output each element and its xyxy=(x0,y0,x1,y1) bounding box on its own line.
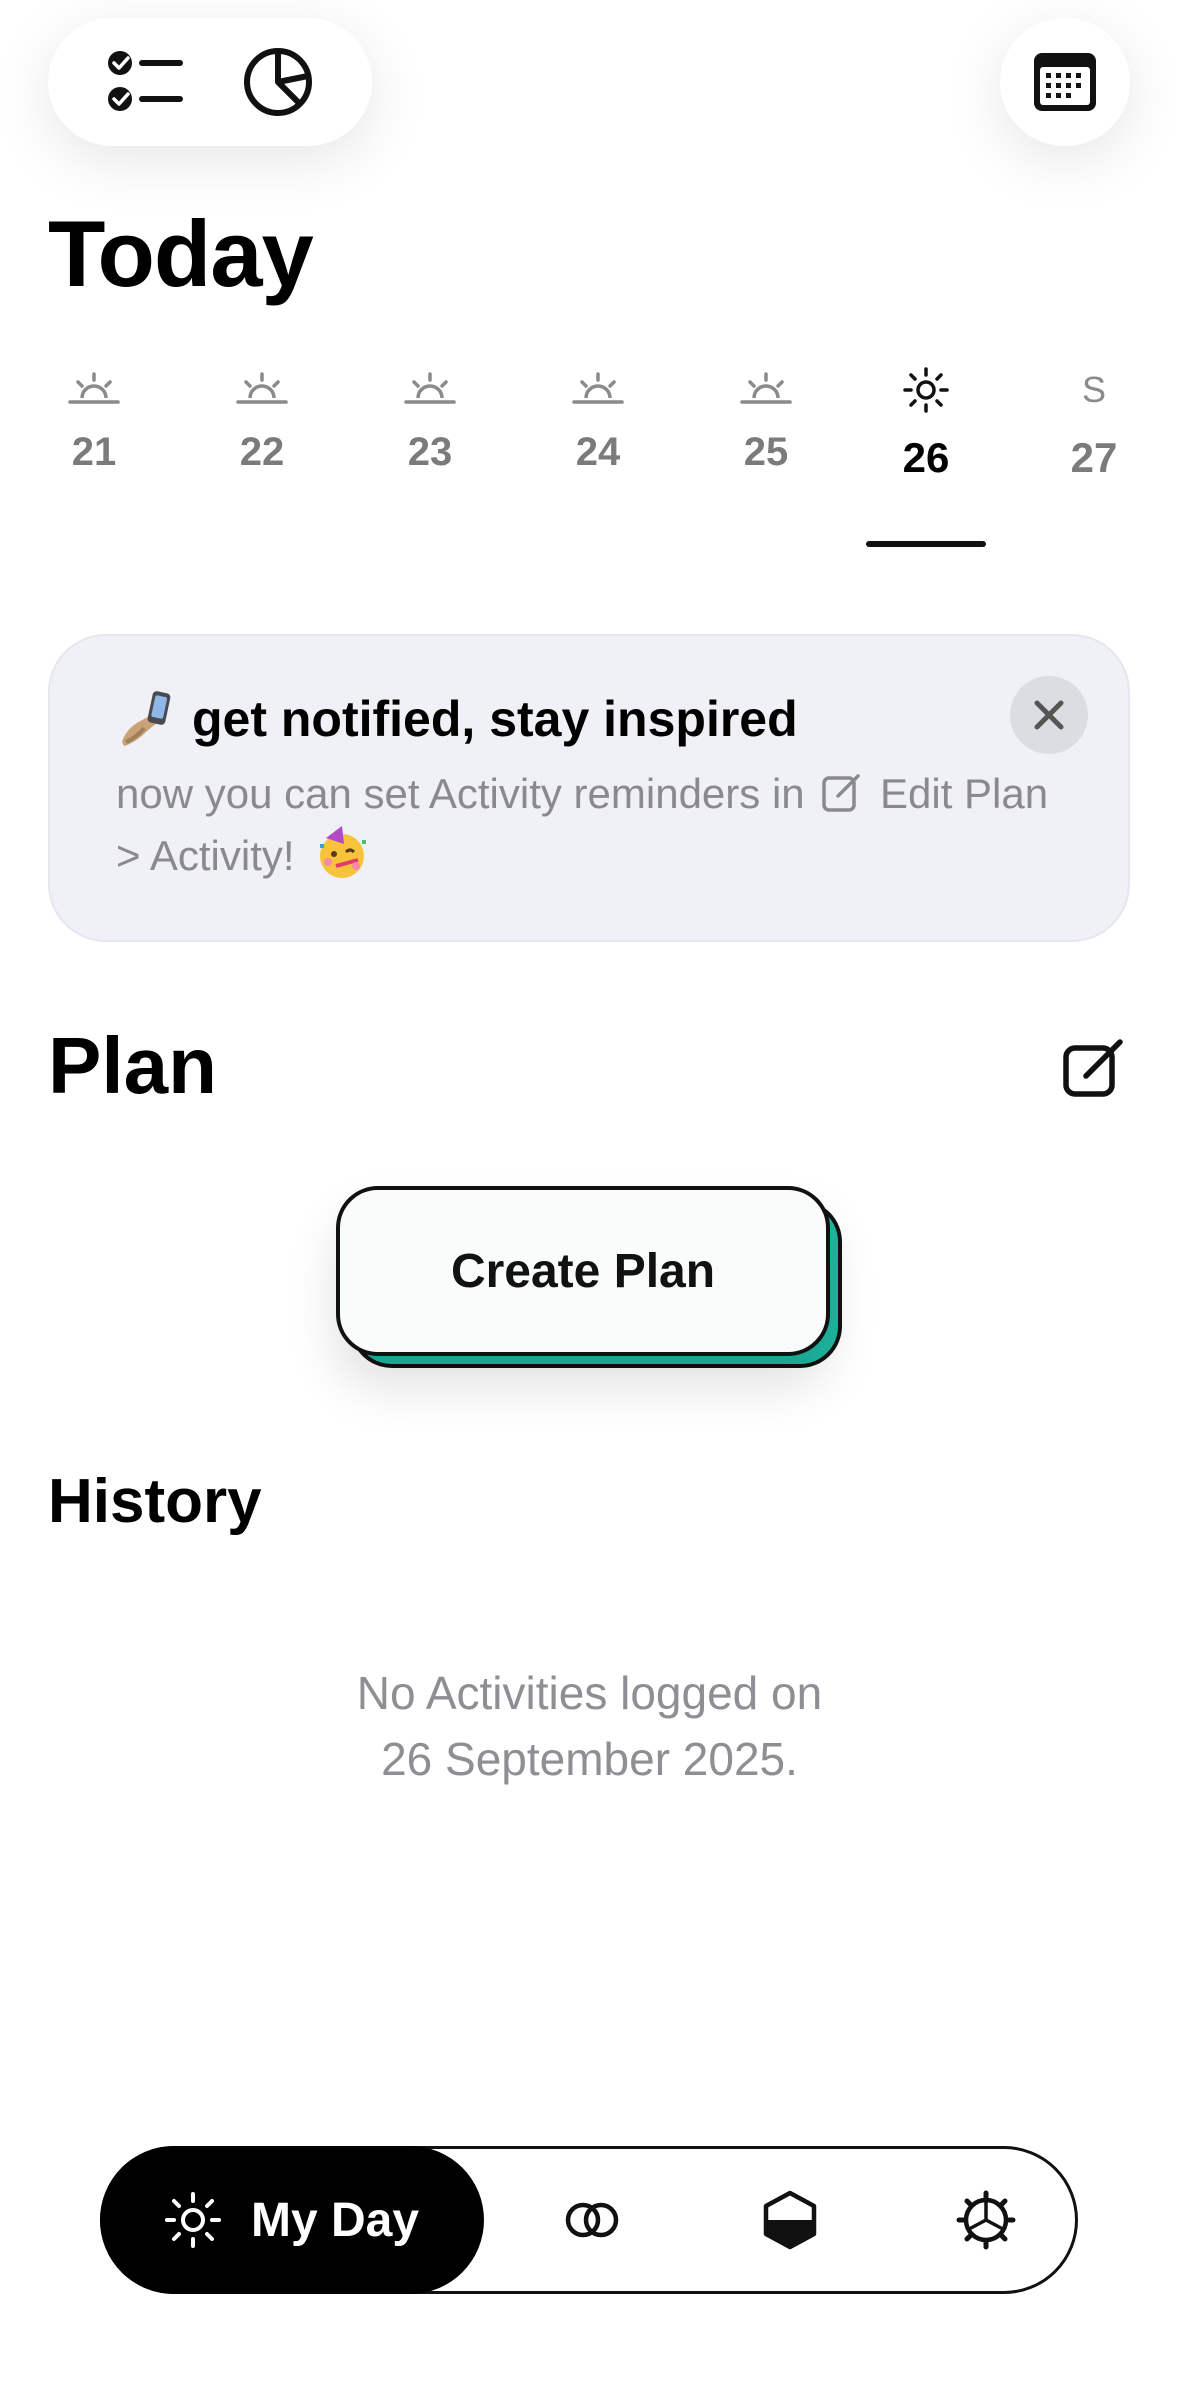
banner-body: now you can set Activity reminders in Ed… xyxy=(116,764,1076,886)
empty-state-line-2: 26 September 2025. xyxy=(381,1733,798,1785)
day-number: 22 xyxy=(239,430,285,474)
create-plan-wrapper: Create Plan xyxy=(336,1186,844,1372)
sun-icon xyxy=(903,367,949,413)
banner-close-button[interactable] xyxy=(1010,676,1088,754)
checklist-icon xyxy=(108,51,183,111)
day-number: 26 xyxy=(902,434,950,481)
nav-my-day-label: My Day xyxy=(250,2193,420,2247)
bottom-nav: My Day xyxy=(100,2146,1078,2294)
day-21[interactable]: 21 xyxy=(44,360,144,475)
page-title: Today xyxy=(48,201,314,306)
empty-state-line-1: No Activities logged on xyxy=(356,1667,823,1719)
day-number: 25 xyxy=(743,430,789,474)
hexagon-icon xyxy=(763,2190,817,2250)
create-plan-button[interactable]: Create Plan xyxy=(336,1186,830,1356)
reminder-banner: get notified, stay inspired now you can … xyxy=(48,634,1130,942)
weekday-letter: S xyxy=(1081,369,1106,410)
checklist-button[interactable] xyxy=(106,47,186,117)
party-face-icon xyxy=(320,826,367,878)
phone-hand-icon xyxy=(122,691,171,746)
day-number: 24 xyxy=(575,430,621,474)
banner-title: get notified, stay inspired xyxy=(116,688,798,750)
day-23[interactable]: 23 xyxy=(380,360,480,475)
edit-icon xyxy=(1063,1039,1123,1097)
sunrise-icon xyxy=(236,372,288,404)
history-title: History xyxy=(48,1467,262,1536)
nav-my-day[interactable]: My Day xyxy=(100,2146,484,2294)
close-icon xyxy=(1034,700,1064,730)
day-25[interactable]: 25 xyxy=(716,360,816,475)
day-number: 27 xyxy=(1070,434,1118,481)
day-number: 23 xyxy=(407,430,453,474)
day-27[interactable]: S 27 xyxy=(1044,360,1144,482)
calendar-icon xyxy=(1034,53,1096,111)
day-number: 21 xyxy=(71,430,117,474)
sunrise-icon xyxy=(404,372,456,404)
banner-title-text: get notified, stay inspired xyxy=(192,691,798,747)
selected-day-indicator xyxy=(866,541,986,547)
sunrise-icon xyxy=(740,372,792,404)
day-26[interactable]: 26 xyxy=(876,360,976,482)
history-empty-state: No Activities logged on 26 September 202… xyxy=(0,1660,1179,1792)
nav-hexagon[interactable] xyxy=(740,2149,840,2291)
sunrise-icon xyxy=(68,372,120,404)
edit-plan-button[interactable] xyxy=(1062,1036,1126,1105)
gear-icon xyxy=(956,2190,1016,2250)
day-24[interactable]: 24 xyxy=(548,360,648,475)
circles-icon xyxy=(565,2202,619,2238)
pie-chart-icon xyxy=(244,48,312,116)
day-22[interactable]: 22 xyxy=(212,360,312,475)
sunrise-icon xyxy=(572,372,624,404)
plan-title: Plan xyxy=(48,1021,217,1110)
calendar-button[interactable] xyxy=(1000,18,1130,146)
nav-circles[interactable] xyxy=(543,2149,643,2291)
nav-settings[interactable] xyxy=(936,2149,1036,2291)
week-strip: 21 22 23 24 25 26 S 27 xyxy=(40,360,1150,560)
stats-button[interactable] xyxy=(242,46,314,118)
top-left-toolbar xyxy=(48,18,372,146)
edit-icon xyxy=(822,774,861,812)
sun-icon xyxy=(164,2192,221,2248)
banner-body-text: now you can set Activity reminders in xyxy=(116,770,805,817)
today-screen: Today 21 22 23 24 25 26 S 27 get notifie… xyxy=(0,0,1179,2396)
